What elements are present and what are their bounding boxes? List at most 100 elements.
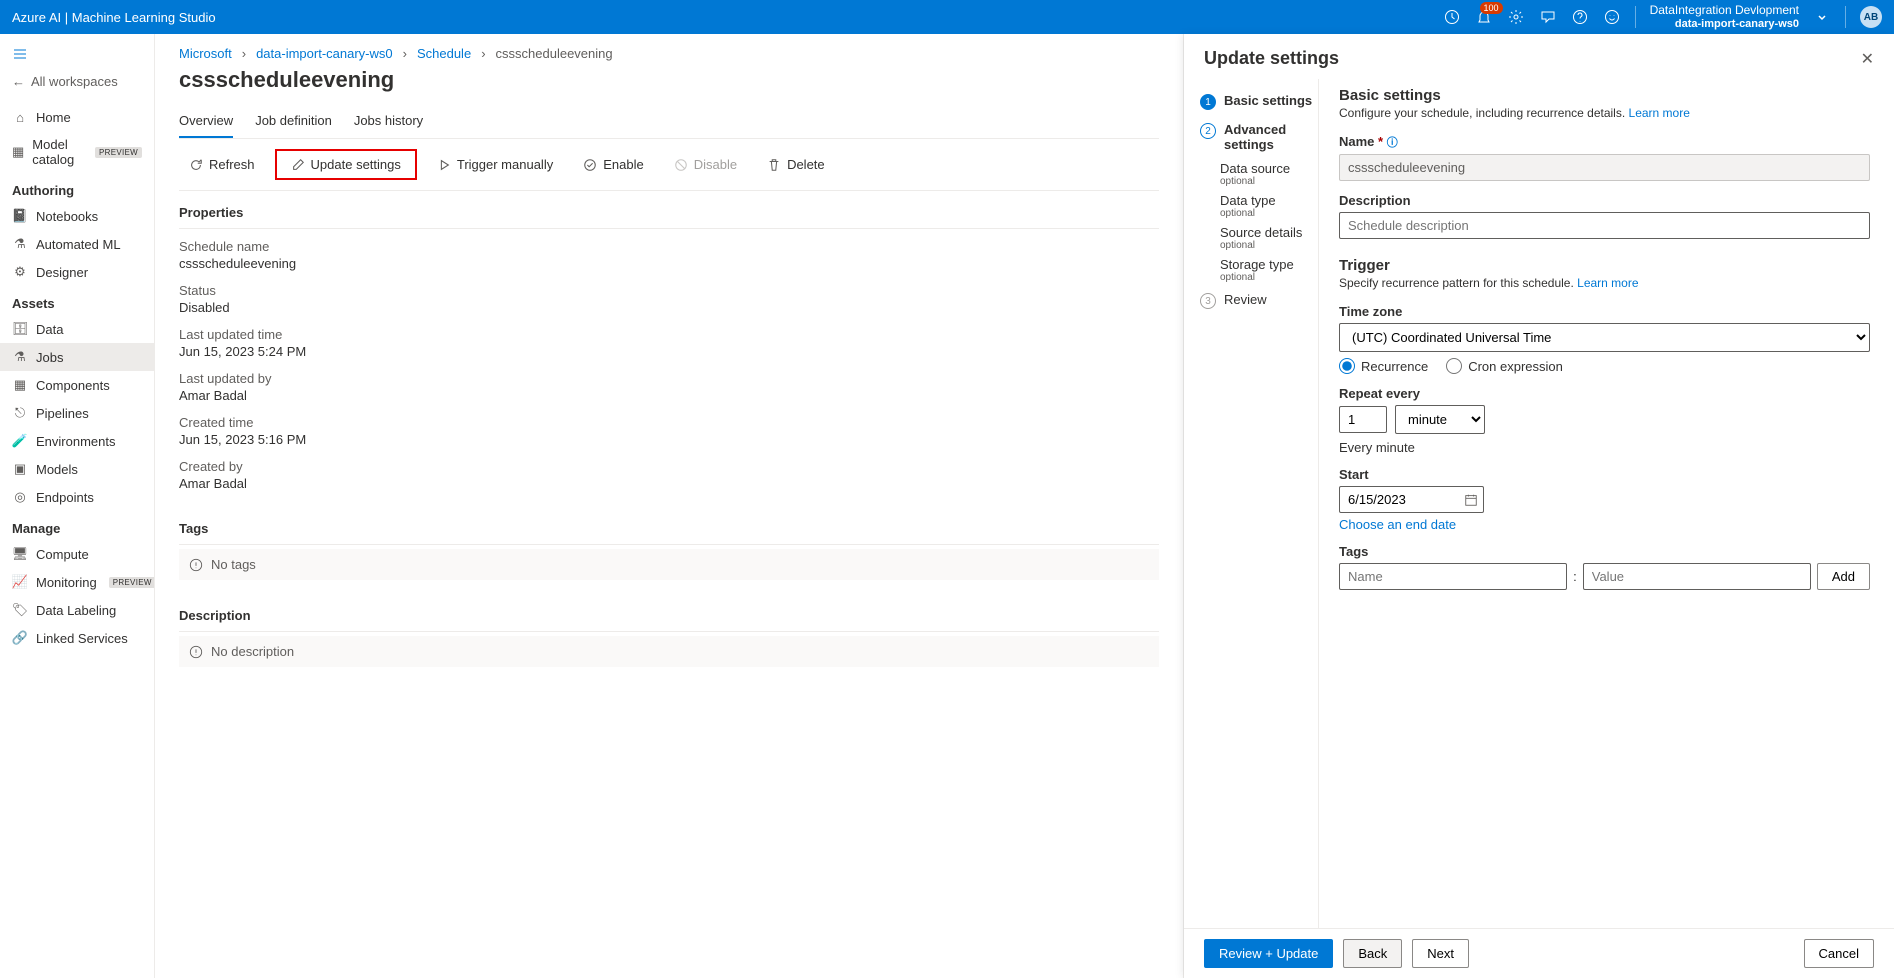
sidebar-item-notebooks[interactable]: 📓Notebooks xyxy=(0,202,154,230)
sidebar-heading: Manage xyxy=(0,511,154,540)
tag-name-field[interactable] xyxy=(1339,563,1567,590)
tenant-picker[interactable]: DataIntegration Devlopment data-import-c… xyxy=(1650,4,1799,29)
step-advanced-settings[interactable]: 2Advanced settings xyxy=(1196,116,1318,158)
start-date-field[interactable] xyxy=(1339,486,1484,513)
tabs: Overview Job definition Jobs history xyxy=(179,107,1159,139)
sidebar-item-label: Data Labeling xyxy=(36,603,116,618)
form-heading: Basic settings xyxy=(1339,87,1870,104)
sidebar-item-label: Data xyxy=(36,322,63,337)
cancel-button[interactable]: Cancel xyxy=(1804,939,1874,968)
sidebar-item-designer[interactable]: ⚙ Designer xyxy=(0,258,154,286)
sidebar-item-pipelines[interactable]: ⎋Pipelines xyxy=(0,399,154,427)
repeat-unit-select[interactable]: minute xyxy=(1395,405,1485,434)
sidebar-item-environments[interactable]: 🧪Environments xyxy=(0,427,154,455)
sidebar-item-data[interactable]: 🗄 Data xyxy=(0,315,154,343)
add-tag-button[interactable]: Add xyxy=(1817,563,1870,590)
tag-value-field[interactable] xyxy=(1583,563,1811,590)
review-update-button[interactable]: Review + Update xyxy=(1204,939,1333,968)
recurrence-radio[interactable]: Recurrence xyxy=(1339,358,1428,374)
notifications-icon[interactable]: 100 xyxy=(1475,8,1493,26)
sidebar-item-label: Designer xyxy=(36,265,88,280)
sidebar-item-monitoring[interactable]: 📈MonitoringPREVIEW xyxy=(0,568,154,596)
description-field[interactable] xyxy=(1339,212,1870,239)
enable-button[interactable]: Enable xyxy=(573,153,653,176)
trigger-manually-button[interactable]: Trigger manually xyxy=(427,153,563,176)
choose-end-date-link[interactable]: Choose an end date xyxy=(1339,517,1456,532)
property-row: Created timeJun 15, 2023 5:16 PM xyxy=(179,405,1159,449)
nav-icon: ⚗ xyxy=(12,349,28,365)
trigger-heading: Trigger xyxy=(1339,257,1870,274)
tab-overview[interactable]: Overview xyxy=(179,107,233,138)
sidebar-item-compute[interactable]: 🖥Compute xyxy=(0,540,154,568)
cron-radio[interactable]: Cron expression xyxy=(1446,358,1563,374)
nav-icon: ▦ xyxy=(12,144,24,160)
sidebar-item-label: Notebooks xyxy=(36,209,98,224)
sidebar-item-endpoints[interactable]: ◎Endpoints xyxy=(0,483,154,511)
hamburger-icon[interactable] xyxy=(0,42,154,68)
substep-storage-type[interactable]: Storage typeoptional xyxy=(1196,254,1318,286)
smiley-icon[interactable] xyxy=(1603,8,1621,26)
sidebar-item-label: Compute xyxy=(36,547,89,562)
help-icon[interactable] xyxy=(1571,8,1589,26)
nav-icon: 🏷 xyxy=(12,602,28,618)
toolbar: Refresh Update settings Trigger manually… xyxy=(179,139,1159,191)
sidebar-item-jobs[interactable]: ⚗Jobs xyxy=(0,343,154,371)
sidebar-item-label: Endpoints xyxy=(36,490,94,505)
name-field[interactable] xyxy=(1339,154,1870,181)
sidebar-item-data-labeling[interactable]: 🏷 Data Labeling xyxy=(0,596,154,624)
clock-icon[interactable] xyxy=(1443,8,1461,26)
settings-icon[interactable] xyxy=(1507,8,1525,26)
sidebar-item-home[interactable]: ⌂Home xyxy=(0,103,154,131)
nav-icon: ⌂ xyxy=(12,109,28,125)
back-all-workspaces[interactable]: ← All workspaces xyxy=(0,68,154,95)
nav-icon: 🗄 xyxy=(12,321,28,337)
nav-icon: 🔗 xyxy=(12,630,28,646)
breadcrumb-link[interactable]: Microsoft xyxy=(179,46,232,61)
timezone-select[interactable]: (UTC) Coordinated Universal Time xyxy=(1339,323,1870,352)
sidebar-item-automated-ml[interactable]: ⚗Automated ML xyxy=(0,230,154,258)
learn-more-link[interactable]: Learn more xyxy=(1629,106,1690,120)
repeat-summary: Every minute xyxy=(1339,440,1870,455)
info-icon[interactable]: ⓘ xyxy=(1387,137,1398,149)
sidebar-item-models[interactable]: ▣Models xyxy=(0,455,154,483)
substep-data-type[interactable]: Data typeoptional xyxy=(1196,190,1318,222)
feedback-icon[interactable] xyxy=(1539,8,1557,26)
substep-source-details[interactable]: Source detailsoptional xyxy=(1196,222,1318,254)
notification-badge: 100 xyxy=(1480,2,1503,14)
update-settings-button[interactable]: Update settings xyxy=(275,149,417,180)
property-row: StatusDisabled xyxy=(179,273,1159,317)
no-description-row: No description xyxy=(179,636,1159,667)
page-title: cssscheduleevening xyxy=(179,67,1159,93)
repeat-value-field[interactable] xyxy=(1339,406,1387,433)
breadcrumb-link[interactable]: Schedule xyxy=(417,46,471,61)
next-button[interactable]: Next xyxy=(1412,939,1469,968)
name-label: Name * ⓘ xyxy=(1339,134,1870,150)
avatar[interactable]: AB xyxy=(1860,6,1882,28)
steps-nav: 1Basic settings 2Advanced settings Data … xyxy=(1184,79,1319,928)
main-content: Microsoft›data-import-canary-ws0›Schedul… xyxy=(155,34,1184,978)
tab-jobs-history[interactable]: Jobs history xyxy=(354,107,423,138)
close-icon[interactable]: ✕ xyxy=(1861,49,1874,69)
chevron-down-icon[interactable] xyxy=(1813,8,1831,26)
back-button[interactable]: Back xyxy=(1343,939,1402,968)
start-label: Start xyxy=(1339,467,1870,482)
substep-data-source[interactable]: Data sourceoptional xyxy=(1196,158,1318,190)
sidebar-item-components[interactable]: ▦Components xyxy=(0,371,154,399)
learn-more-link[interactable]: Learn more xyxy=(1577,276,1638,290)
nav-icon: 🧪 xyxy=(12,433,28,449)
delete-button[interactable]: Delete xyxy=(757,153,835,176)
refresh-button[interactable]: Refresh xyxy=(179,153,265,176)
sidebar-item-label: Components xyxy=(36,378,110,393)
step-basic-settings[interactable]: 1Basic settings xyxy=(1196,87,1318,116)
header-separator xyxy=(1635,6,1636,28)
sidebar-item-linked-services[interactable]: 🔗Linked Services xyxy=(0,624,154,652)
nav-icon: 📈 xyxy=(12,574,28,590)
breadcrumb: Microsoft›data-import-canary-ws0›Schedul… xyxy=(179,46,1159,61)
tab-job-definition[interactable]: Job definition xyxy=(255,107,332,138)
breadcrumb-link[interactable]: data-import-canary-ws0 xyxy=(256,46,393,61)
header-separator xyxy=(1845,6,1846,28)
section-properties: Properties xyxy=(179,191,1159,229)
step-review[interactable]: 3Review xyxy=(1196,286,1318,315)
sidebar-item-model-catalog[interactable]: ▦Model catalogPREVIEW xyxy=(0,131,154,173)
nav-icon: ⚙ xyxy=(12,264,28,280)
